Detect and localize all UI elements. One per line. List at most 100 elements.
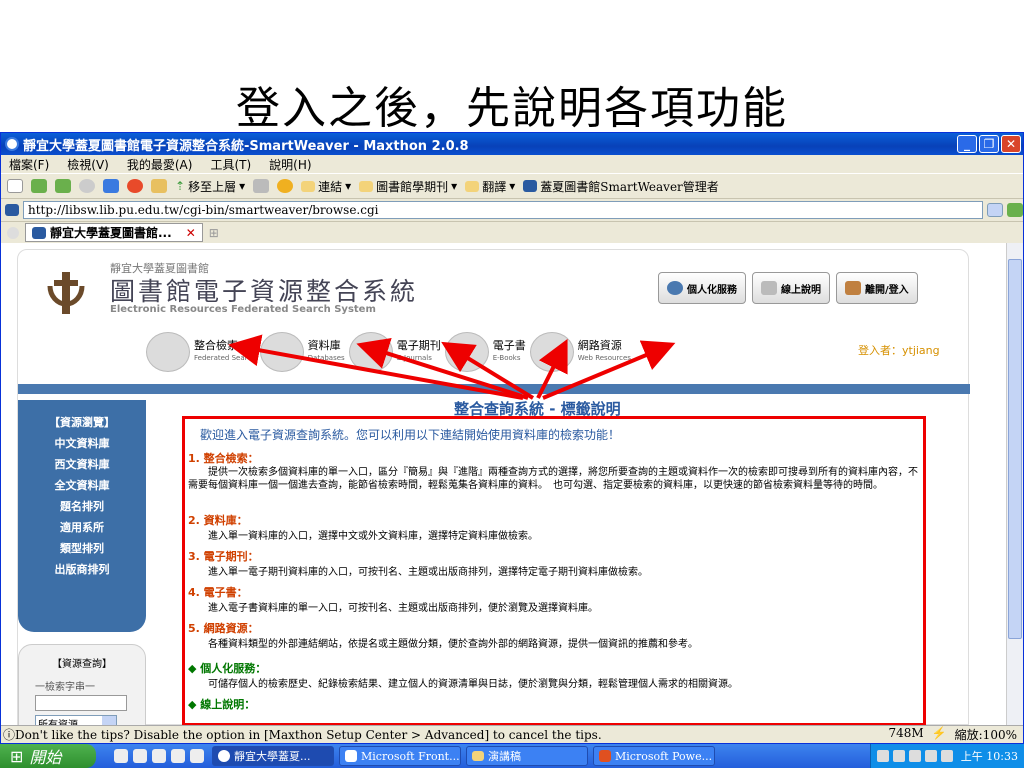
- go-icon[interactable]: [1007, 203, 1023, 217]
- minimize-button[interactable]: _: [957, 135, 977, 153]
- university-logo-icon: [47, 272, 85, 314]
- federated-search-icon: [146, 332, 190, 372]
- new-page-icon[interactable]: [7, 179, 23, 193]
- address-input[interactable]: http://libsw.lib.pu.edu.tw/cgi-bin/smart…: [23, 201, 983, 219]
- section-heading: 4. 電子書：: [188, 586, 248, 599]
- ie-icon[interactable]: [114, 749, 128, 763]
- nav-federated-search[interactable]: 整合檢索 Federated Search: [146, 332, 256, 372]
- go-up-button[interactable]: ⇡ 移至上層 ▾: [175, 178, 245, 195]
- close-page-icon[interactable]: [127, 179, 143, 193]
- page-icon: [523, 180, 538, 192]
- sidebar-item-fulltext-db[interactable]: 全文資料庫: [18, 475, 146, 496]
- system-tray: 上午 10:33: [869, 744, 1024, 768]
- up-arrow-icon: ⇡: [175, 179, 186, 193]
- page-icon: [32, 226, 46, 239]
- sidebar-item-by-type[interactable]: 類型排列: [18, 538, 146, 559]
- forward-icon[interactable]: [55, 179, 71, 193]
- frontpage-icon: [345, 750, 357, 762]
- sidebar-item-by-title[interactable]: 題名排列: [18, 496, 146, 517]
- online-help-button[interactable]: 線上說明: [752, 272, 830, 304]
- tray-icon[interactable]: [924, 750, 937, 762]
- task-folder[interactable]: 演講稿: [466, 746, 588, 766]
- tab-menu-icon[interactable]: [7, 226, 19, 239]
- section-heading: 3. 電子期刊：: [188, 550, 259, 563]
- start-button[interactable]: ⊞ 開始: [0, 744, 96, 768]
- resource-select[interactable]: 所有資源: [35, 715, 117, 725]
- new-tab-icon[interactable]: ⊞: [209, 226, 219, 240]
- folder-icon: [301, 180, 316, 192]
- maxthon-icon[interactable]: [152, 749, 166, 763]
- title-bar: 靜宜大學蓋夏圖書館電子資源整合系統-SmartWeaver - Maxthon …: [1, 133, 1023, 155]
- menu-help[interactable]: 說明(H): [269, 156, 311, 173]
- sidebar-heading: 【資源瀏覽】: [49, 416, 115, 429]
- status-bar: ⓘ Don't like the tips? Disable the optio…: [1, 725, 1023, 743]
- sidebar-item-by-publisher[interactable]: 出版商排列: [18, 559, 146, 580]
- task-maxthon[interactable]: 靜宜大學蓋夏...: [212, 746, 334, 766]
- section-desc: 可儲存個人的檢索歷史、紀錄檢索結果、建立個人的資源清單與日誌，便於瀏覽與分類，輕…: [208, 679, 738, 690]
- print-icon[interactable]: [253, 179, 270, 193]
- section-desc: 提供一次檢索多個資料庫的單一入口，區分『簡易』與『進階』兩種查詢方式的選擇，將您…: [188, 467, 918, 491]
- sidebar-item-chinese-db[interactable]: 中文資料庫: [18, 433, 146, 454]
- address-dropdown-icon[interactable]: [987, 203, 1003, 217]
- nav-ebooks[interactable]: 電子書 E-Books: [444, 332, 526, 372]
- menu-view[interactable]: 檢視(V): [67, 156, 109, 173]
- menu-tools[interactable]: 工具(T): [210, 156, 251, 173]
- stop-icon[interactable]: [79, 179, 95, 193]
- logout-button[interactable]: 離開/登入: [836, 272, 918, 304]
- page-content: 靜宜大學蓋夏圖書館 圖書館電子資源整合系統 Electronic Resourc…: [1, 243, 1006, 725]
- translate-button[interactable]: 翻譯 ▾: [465, 178, 515, 195]
- tray-icon[interactable]: [892, 750, 905, 762]
- info-icon: ⓘ: [3, 728, 16, 742]
- nav-databases[interactable]: 資料庫 Databases: [259, 332, 345, 372]
- windows-logo-icon: ⊞: [10, 746, 24, 766]
- home-icon[interactable]: [151, 179, 167, 193]
- page-icon: [5, 204, 19, 216]
- sidebar-item-by-department[interactable]: 適用系所: [18, 517, 146, 538]
- tray-icon[interactable]: [908, 750, 921, 762]
- vertical-scrollbar[interactable]: [1006, 243, 1023, 725]
- back-icon[interactable]: [31, 179, 47, 193]
- close-button[interactable]: ✕: [1001, 135, 1021, 153]
- folder-icon[interactable]: [171, 749, 185, 763]
- nav-web-resources[interactable]: 網路資源 Web Resources: [529, 332, 631, 372]
- task-frontpage[interactable]: Microsoft Front...: [339, 746, 461, 766]
- desktop-icon[interactable]: [190, 749, 204, 763]
- scroll-thumb[interactable]: [1008, 259, 1022, 639]
- folder-icon: [359, 180, 374, 192]
- journals-button[interactable]: 圖書館學期刊 ▾: [359, 178, 457, 195]
- user-icon: [667, 281, 683, 295]
- search-input[interactable]: [35, 695, 127, 711]
- tab-active[interactable]: 靜宜大學蓋夏圖書館... ✕: [25, 223, 203, 242]
- slide-title: 登入之後，先說明各項功能: [236, 83, 788, 134]
- nav-ejournals[interactable]: 電子期刊 E-Journals: [348, 332, 441, 372]
- personal-service-button[interactable]: 個人化服務: [658, 272, 746, 304]
- zoom-level[interactable]: 縮放:100%: [955, 726, 1017, 743]
- restore-button[interactable]: ❐: [979, 135, 999, 153]
- menu-bar: 檔案(F) 檢視(V) 我的最愛(A) 工具(T) 說明(H): [1, 155, 1023, 173]
- ejournal-icon: [348, 332, 393, 372]
- ebook-icon: [444, 332, 489, 372]
- section-heading: 1. 整合檢索：: [188, 452, 259, 465]
- refresh-icon[interactable]: [103, 179, 119, 193]
- database-icon: [259, 332, 304, 372]
- clock: 上午 10:33: [960, 750, 1018, 763]
- folder-icon: [472, 751, 484, 761]
- status-tip: Don't like the tips? Disable the option …: [15, 727, 602, 742]
- tab-close-icon[interactable]: ✕: [186, 226, 196, 240]
- outlook-icon[interactable]: [133, 749, 147, 763]
- favorites-heart-icon[interactable]: [277, 179, 294, 193]
- section-desc: 進入電子書資料庫的單一入口，可按刊名、主題或出版商排列，便於瀏覽及選擇資料庫。: [208, 603, 598, 614]
- sidebar-item-western-db[interactable]: 西文資料庫: [18, 454, 146, 475]
- menu-favorites[interactable]: 我的最愛(A): [127, 156, 193, 173]
- admin-link[interactable]: 蓋夏圖書館SmartWeaver管理者: [523, 178, 719, 195]
- address-bar: http://libsw.lib.pu.edu.tw/cgi-bin/smart…: [1, 199, 1023, 221]
- tray-icon[interactable]: [940, 750, 953, 762]
- menu-file[interactable]: 檔案(F): [9, 156, 49, 173]
- taskbar: ⊞ 開始 靜宜大學蓋夏... Microsoft Front... 演講稿 Mic…: [0, 744, 1024, 768]
- lightning-icon[interactable]: ⚡: [932, 726, 947, 743]
- section-desc: 進入單一資料庫的入口，選擇中文或外文資料庫，選擇特定資料庫做檢索。: [208, 531, 538, 542]
- links-button[interactable]: 連結 ▾: [301, 178, 351, 195]
- tray-icon[interactable]: [876, 750, 889, 762]
- task-powerpoint[interactable]: Microsoft Powe...: [593, 746, 715, 766]
- resource-search-box: 【資源查詢】 一檢索字串一 所有資源: [18, 644, 146, 725]
